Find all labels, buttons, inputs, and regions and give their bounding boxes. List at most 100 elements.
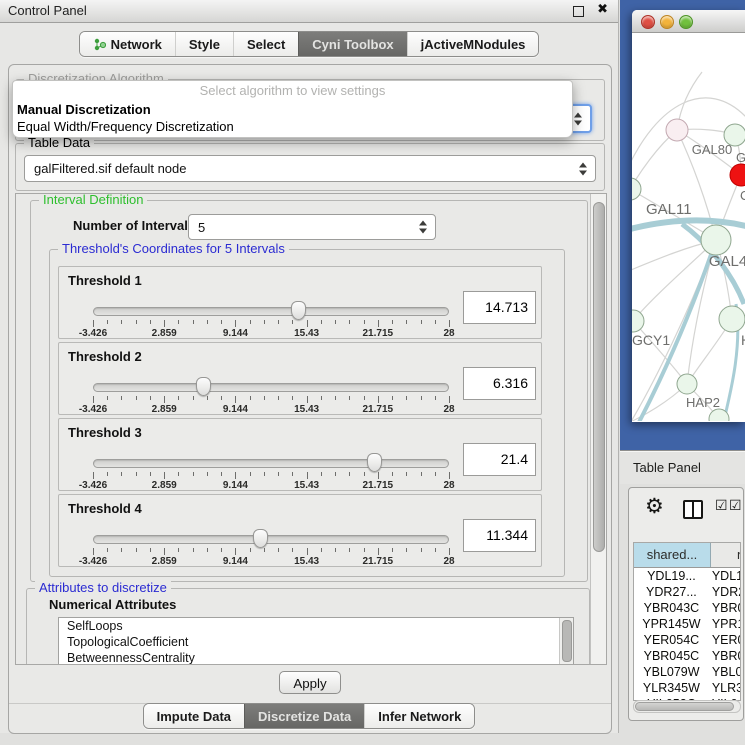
threshold-value-field-4[interactable]: 11.344 <box>463 519 536 552</box>
network-node-red[interactable] <box>730 164 745 186</box>
network-node-green[interactable] <box>701 225 731 255</box>
table-data-combobox[interactable]: galFiltered.sif default node <box>24 155 596 182</box>
threshold-value-field-1[interactable]: 14.713 <box>463 291 536 324</box>
top-tab-bar: Network StyleSelectCyni ToolboxjActiveMNo… <box>79 31 540 57</box>
interval-definition-label: Interval Definition <box>39 193 147 207</box>
close-icon[interactable]: ✖ <box>597 2 608 17</box>
apply-button[interactable]: Apply <box>279 671 341 694</box>
cell-shared-name[interactable]: YPR145W <box>634 616 709 632</box>
table-row-ylr345w[interactable]: YLR345WYLR3 <box>634 680 740 696</box>
cell-shared-name[interactable]: YDR27... <box>634 584 709 600</box>
network-canvas[interactable]: GAL80GACGAL11GAL4GCY1HHAP2 <box>632 32 745 421</box>
slider-thumb-2[interactable] <box>196 377 211 396</box>
cell-name[interactable]: YBL0 <box>709 664 740 680</box>
threshold-value-field-2[interactable]: 6.316 <box>463 367 536 400</box>
bottom-tab-infer-network[interactable]: Infer Network <box>364 704 474 728</box>
attribute-item-betweennesscentrality[interactable]: BetweennessCentrality <box>59 650 573 665</box>
minimize-traffic-light-icon[interactable] <box>660 15 674 29</box>
float-window-icon[interactable] <box>573 6 584 17</box>
table-row-ydl19-[interactable]: YDL19...YDL1 <box>634 568 740 584</box>
cell-shared-name[interactable]: YDL19... <box>634 568 709 584</box>
scrollbar-thumb[interactable] <box>635 702 734 711</box>
attribute-item-topologicalcoefficient[interactable]: TopologicalCoefficient <box>59 634 573 650</box>
bottom-tab-discretize-data[interactable]: Discretize Data <box>244 704 364 728</box>
slider-tick <box>164 472 165 479</box>
column-header-shared-name[interactable]: shared... <box>634 543 711 567</box>
bottom-tab-impute-data[interactable]: Impute Data <box>144 704 244 728</box>
column-header-name[interactable]: name <box>711 543 740 567</box>
slider-thumb-1[interactable] <box>291 301 306 320</box>
attribute-item-selfloops[interactable]: SelfLoops <box>59 618 573 634</box>
cell-name[interactable]: YBR0 <box>709 600 740 616</box>
checkbox-icon[interactable]: ☑ <box>729 498 742 514</box>
gear-icon[interactable]: ⚙ <box>645 494 664 518</box>
network-node-pink[interactable] <box>666 119 688 141</box>
table-row-yer054c[interactable]: YER054CYER0 <box>634 632 740 648</box>
zoom-traffic-light-icon[interactable] <box>679 15 693 29</box>
slider-tick <box>235 472 236 479</box>
cell-name[interactable]: YER0 <box>709 632 740 648</box>
slider-thumb-3[interactable] <box>367 453 382 472</box>
slider-tick <box>107 548 108 552</box>
table-row-ypr145w[interactable]: YPR145WYPR1 <box>634 616 740 632</box>
slider-4[interactable]: -3.4262.8599.14415.4321.71528 <box>93 529 449 565</box>
table-horizontal-scrollbar[interactable] <box>633 700 741 713</box>
cell-shared-name[interactable]: YBL079W <box>634 664 709 680</box>
cell-shared-name[interactable]: YER054C <box>634 632 709 648</box>
numerical-attributes-list[interactable]: SelfLoopsTopologicalCoefficientBetweenne… <box>58 617 574 665</box>
tab-style[interactable]: Style <box>175 32 233 56</box>
checkbox-icon[interactable]: ☑ <box>715 498 728 514</box>
cell-shared-name[interactable]: YBR045C <box>634 648 709 664</box>
slider-tick <box>107 396 108 400</box>
dropdown-option-equal-width-frequency-discretization[interactable]: Equal Width/Frequency Discretization <box>13 118 572 135</box>
network-node-green[interactable] <box>719 306 745 332</box>
threshold-value-field-3[interactable]: 21.4 <box>463 443 536 476</box>
slider-track[interactable] <box>93 459 449 468</box>
scrollbar-thumb[interactable] <box>562 620 572 662</box>
spinner-icon <box>579 162 587 175</box>
cell-name[interactable]: YDL1 <box>709 568 740 584</box>
cell-name[interactable]: YPR1 <box>709 616 740 632</box>
slider-thumb-4[interactable] <box>253 529 268 548</box>
table-row-ydr27-[interactable]: YDR27...YDR2 <box>634 584 740 600</box>
table-row-ybr045c[interactable]: YBR045CYBR0 <box>634 648 740 664</box>
network-node-green[interactable] <box>677 374 697 394</box>
network-edge[interactable] <box>633 321 687 384</box>
slider-2[interactable]: -3.4262.8599.14415.4321.71528 <box>93 377 449 413</box>
tab-network-label: Network <box>111 37 162 52</box>
cell-shared-name[interactable]: YBR043C <box>634 600 709 616</box>
scrollbar-thumb[interactable] <box>593 202 605 552</box>
dropdown-option-manual-discretization[interactable]: Manual Discretization <box>13 101 572 118</box>
network-window-titlebar <box>632 10 745 33</box>
slider-1[interactable]: -3.4262.8599.14415.4321.71528 <box>93 301 449 337</box>
network-edge[interactable] <box>632 240 716 421</box>
list-vertical-scrollbar[interactable] <box>559 618 573 664</box>
cell-name[interactable]: YBR0 <box>709 648 740 664</box>
slider-track[interactable] <box>93 383 449 392</box>
cell-shared-name[interactable]: YLR345W <box>634 680 709 696</box>
tab-network[interactable]: Network <box>80 32 175 56</box>
tab-jactivemnodules[interactable]: jActiveMNodules <box>407 32 539 56</box>
viewport-vertical-scrollbar[interactable] <box>590 194 606 664</box>
cell-name[interactable]: YLR3 <box>709 680 740 696</box>
table-row-ybl079w[interactable]: YBL079WYBL0 <box>634 664 740 680</box>
slider-track[interactable] <box>93 307 449 316</box>
split-table-icon[interactable] <box>683 500 703 519</box>
slider-tick-label: 9.144 <box>223 404 248 415</box>
slider-tick-label: 28 <box>443 556 454 567</box>
cell-name[interactable]: YDR2 <box>709 584 740 600</box>
slider-tick <box>449 472 450 479</box>
close-traffic-light-icon[interactable] <box>641 15 655 29</box>
number-of-intervals-combobox[interactable]: 5 <box>188 214 436 240</box>
network-node-green[interactable] <box>632 310 644 332</box>
slider-tick <box>193 396 194 400</box>
slider-3[interactable]: -3.4262.8599.14415.4321.71528 <box>93 453 449 489</box>
slider-tick <box>392 548 393 552</box>
network-node-green[interactable] <box>632 178 641 200</box>
slider-track[interactable] <box>93 535 449 544</box>
slider-tick-label: 9.144 <box>223 328 248 339</box>
tab-select[interactable]: Select <box>233 32 298 56</box>
table-row-ybr043c[interactable]: YBR043CYBR0 <box>634 600 740 616</box>
slider-tick <box>421 548 422 552</box>
tab-cyni-toolbox[interactable]: Cyni Toolbox <box>298 32 406 56</box>
